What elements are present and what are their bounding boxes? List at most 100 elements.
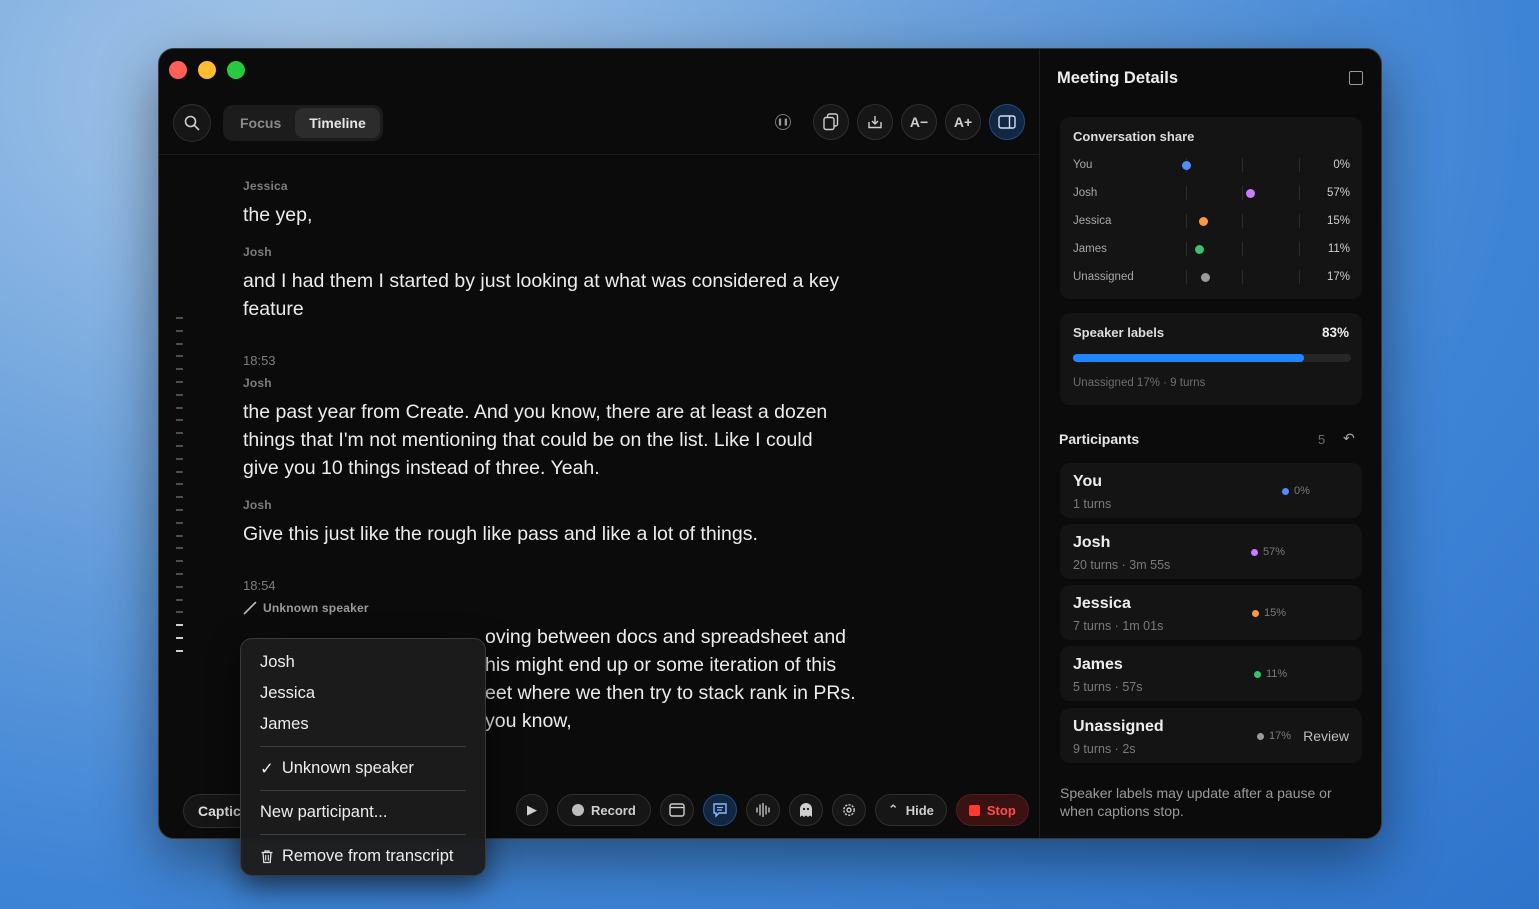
copy-icon — [823, 113, 839, 131]
ghost-mode-button[interactable] — [788, 794, 823, 826]
window-icon — [669, 803, 685, 817]
menu-item-new-participant[interactable]: New participant... — [241, 797, 485, 828]
participant-card-jessica[interactable]: Jessica 7 turns · 1m 01s 15% — [1060, 585, 1362, 640]
toolbar: Focus Timeline ❚❚ A− A+ — [173, 104, 1025, 142]
participant-share: 11% — [1254, 668, 1287, 680]
menu-item-jessica[interactable]: Jessica — [241, 678, 485, 709]
utterance: the yep, — [243, 204, 313, 226]
participants-count: 5 — [1318, 432, 1326, 447]
participant-pct: 17% — [1269, 730, 1292, 742]
record-icon — [572, 804, 584, 816]
sidebar-toggle-button[interactable] — [989, 104, 1025, 140]
participant-card-josh[interactable]: Josh 20 turns · 3m 55s 57% — [1060, 524, 1362, 579]
speaker-name-editable[interactable]: Unknown speaker — [243, 601, 883, 615]
timeline-scrubber[interactable] — [176, 317, 184, 663]
hide-button[interactable]: ⌃ Hide — [874, 794, 947, 826]
gear-icon — [842, 804, 855, 816]
search-button[interactable] — [173, 104, 211, 142]
conversation-share-card: Conversation share You 0% Josh 57% Jessi… — [1060, 117, 1362, 299]
share-pct: 0% — [1333, 159, 1350, 171]
toolbar-actions: ❚❚ A− A+ — [775, 104, 1025, 140]
stop-label: Stop — [986, 802, 1016, 818]
share-marker — [1199, 217, 1208, 226]
participant-pct: 15% — [1264, 607, 1287, 619]
share-name: Unassigned — [1073, 271, 1134, 283]
pencil-icon — [243, 601, 257, 615]
record-button[interactable]: Record — [557, 794, 651, 826]
timestamp: 18:54 — [243, 578, 276, 593]
undo-icon[interactable]: ↶ — [1343, 430, 1355, 447]
participant-share: 57% — [1251, 546, 1285, 558]
participant-name: James — [1073, 656, 1123, 673]
popout-icon[interactable] — [1349, 71, 1363, 85]
participant-detail: 7 turns · 1m 01s — [1073, 619, 1164, 633]
speaker-labels-note: Unassigned 17% · 9 turns — [1073, 377, 1206, 389]
share-pct: 11% — [1327, 243, 1350, 255]
menu-divider — [260, 790, 466, 791]
share-name: You — [1073, 159, 1093, 171]
speaker-name[interactable]: Josh — [243, 245, 883, 259]
menu-item-unknown-speaker[interactable]: ✓ Unknown speaker — [241, 753, 485, 784]
share-name: James — [1073, 243, 1107, 255]
share-marker — [1182, 161, 1191, 170]
pause-icon[interactable]: ❚❚ — [775, 114, 791, 130]
share-marker — [1201, 273, 1210, 282]
participant-pct: 0% — [1294, 485, 1310, 497]
audio-button[interactable] — [745, 794, 780, 826]
speaker-name[interactable]: Josh — [243, 498, 883, 512]
hide-label: Hide — [905, 802, 934, 818]
tab-timeline[interactable]: Timeline — [295, 108, 380, 138]
speaker-name[interactable]: Jessica — [243, 179, 883, 193]
menu-item-remove[interactable]: Remove from transcript — [241, 841, 485, 872]
tab-focus[interactable]: Focus — [226, 108, 295, 138]
meeting-details-panel: Meeting Details Conversation share You 0… — [1039, 49, 1381, 838]
participant-card-you[interactable]: You 1 turns 0% — [1060, 463, 1362, 518]
menu-item-josh[interactable]: Josh — [241, 647, 485, 678]
timestamp: 18:53 — [243, 353, 276, 368]
captions-toggle-button[interactable] — [702, 794, 737, 826]
record-label: Record — [591, 802, 636, 818]
menu-item-james[interactable]: James — [241, 709, 485, 740]
window-button[interactable] — [659, 794, 694, 826]
download-button[interactable] — [857, 104, 893, 140]
speaker-labels-card: Speaker labels 83% Unassigned 17% · 9 tu… — [1060, 313, 1362, 405]
participants-title: Participants — [1059, 431, 1140, 447]
participant-name: Josh — [1073, 534, 1111, 551]
stop-icon — [968, 804, 980, 816]
font-decrease-button[interactable]: A− — [901, 104, 937, 140]
share-row-josh: Josh 57% — [1073, 185, 1350, 203]
search-icon — [184, 115, 200, 131]
share-pct: 57% — [1326, 187, 1350, 199]
participant-card-unassigned[interactable]: Unassigned 9 turns · 2s 17% Review — [1060, 708, 1362, 763]
speaker-labels-progress — [1073, 354, 1351, 362]
font-increase-button[interactable]: A+ — [945, 104, 981, 140]
participant-share: 15% — [1252, 607, 1286, 619]
menu-divider — [260, 834, 466, 835]
waveform-icon — [756, 802, 770, 818]
progress-fill — [1073, 354, 1304, 362]
review-button[interactable]: Review — [1303, 728, 1349, 744]
copy-button[interactable] — [813, 104, 849, 140]
menu-divider — [260, 746, 466, 747]
share-name: Josh — [1073, 187, 1098, 199]
menu-item-label: Unknown speaker — [281, 759, 414, 777]
toolbar-divider — [159, 154, 1039, 155]
speaker-name[interactable]: Josh — [243, 376, 883, 390]
play-button[interactable]: ▶ — [516, 794, 548, 826]
participant-pct: 11% — [1266, 668, 1288, 680]
share-marker — [1195, 245, 1204, 254]
chat-bubble-icon — [713, 803, 727, 818]
view-switcher: Focus Timeline — [223, 105, 383, 141]
utterance: the past year from Create. And you know,… — [243, 401, 828, 479]
speaker-labels-pct: 83% — [1321, 325, 1349, 340]
share-pct: 17% — [1326, 271, 1350, 283]
participant-card-james[interactable]: James 5 turns · 57s 11% — [1060, 646, 1362, 701]
chevron-up-icon: ⌃ — [887, 802, 899, 817]
settings-button[interactable] — [831, 794, 866, 826]
download-icon — [868, 116, 882, 129]
utterance: Give this just like the rough like pass … — [243, 523, 758, 545]
participant-detail: 1 turns — [1073, 497, 1112, 511]
trash-icon — [261, 850, 273, 864]
stop-button[interactable]: Stop — [955, 794, 1029, 826]
speaker-labels-title: Speaker labels — [1073, 325, 1165, 340]
